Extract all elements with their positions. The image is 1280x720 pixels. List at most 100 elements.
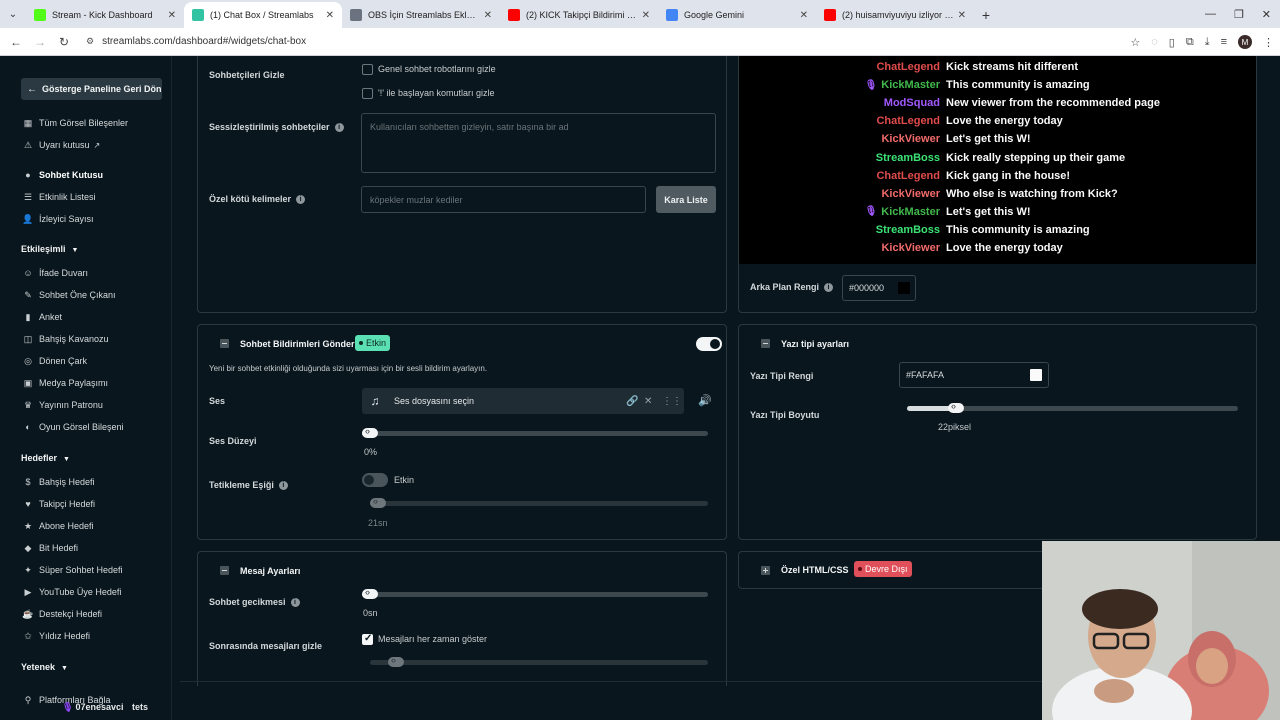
sidebar-item[interactable]: ✦ Süper Sohbet Hedefi [22,562,122,578]
browser-tab[interactable]: OBS İçin Streamlabs Eklentisi | S ✕ [342,2,500,28]
sidebar-item[interactable]: ◆ Bit Hedefi [22,540,79,556]
muted-chatters-label: Sessizleştirilmiş sohbetçiler i [209,122,344,133]
font-size-slider[interactable] [907,401,1238,413]
back-icon[interactable]: ← [4,35,28,49]
expand-icon[interactable] [761,566,770,575]
site-info-icon[interactable]: ⚙ [86,36,94,47]
link-icon[interactable]: 🔗 [626,396,644,407]
collapse-icon[interactable] [220,566,229,575]
kebab-menu-icon[interactable]: ⋮ [1263,36,1274,49]
sidebar-item[interactable]: ▣ Medya Paylaşımı [22,375,108,391]
close-tab-icon[interactable]: ✕ [642,10,650,21]
info-icon[interactable]: i [296,195,306,205]
youtube-icon: ▶ [24,586,32,597]
volume-slider-handle[interactable] [362,426,378,438]
chat-delay-slider[interactable] [362,587,708,599]
tab-title: (2) KICK Takipçi Bildirimi ve Ekra [526,10,638,20]
bad-words-input[interactable] [361,186,646,213]
media-control-icon[interactable]: ≡ [1221,36,1227,48]
sidebar-item[interactable]: ☰ Etkinlik Listesi [22,189,96,205]
puzzle-icon[interactable]: ⧉ [1186,36,1194,49]
sidebar-item[interactable]: ✩ Yıldız Hedefi [22,628,90,644]
info-icon[interactable]: i [290,598,300,608]
threshold-slider[interactable] [370,496,708,508]
hide-after-slider[interactable] [370,655,708,667]
sidebar-item[interactable]: ● Sohbet Kutusu [22,167,103,183]
close-tab-icon[interactable]: ✕ [484,10,492,21]
muted-chatters-input[interactable] [361,113,716,173]
supporter-icon: ☕ [22,608,34,619]
section-interactive[interactable]: Etkileşimli ▼ [21,244,78,254]
browser-tab[interactable]: Stream - Kick Dashboard ✕ [26,2,184,28]
background-color-field[interactable]: #000000 [842,275,916,301]
url-field[interactable]: ⚙ streamlabs.com/dashboard#/widgets/chat… [86,31,1086,53]
download-icon[interactable]: ⤓ [1205,36,1210,49]
browser-tab[interactable]: (1) Chat Box / Streamlabs ✕ [184,2,342,28]
browser-tab[interactable]: (2) KICK Takipçi Bildirimi ve Ekra ✕ [500,2,658,28]
music-note-icon: ♫ [370,394,380,408]
chat-delay-slider-handle[interactable] [362,587,378,599]
minimize-icon[interactable]: — [1205,8,1216,20]
sidebar-item[interactable]: ▮ Anket [22,309,63,325]
browser-tab[interactable]: (2) huisamviyuviyu izliyor - YouT ✕ [816,2,974,28]
collapse-icon[interactable] [220,339,229,348]
collapse-icon[interactable] [761,339,770,348]
sidebar-item[interactable]: ◫ Bahşiş Kavanozu [22,331,109,347]
sidebar-item[interactable]: ◐ Oyun Görsel Bileşeni [22,419,123,435]
bookmark-star-icon[interactable]: ☆ [1130,36,1140,49]
close-tab-icon[interactable]: ✕ [168,10,176,21]
close-tab-icon[interactable]: ✕ [800,10,808,21]
sidebar-item[interactable]: ☕ Destekçi Hedefi [22,606,102,622]
section-goals[interactable]: Hedefler ▼ [21,453,70,463]
font-color-field[interactable]: #FAFAFA [899,362,1049,388]
sidebar-item[interactable]: ♛ Yayının Patronu [22,397,103,413]
close-window-icon[interactable]: ✕ [1262,8,1271,21]
volume-slider[interactable] [362,426,708,438]
profile-avatar[interactable]: M [1238,35,1252,49]
superchat-icon: ✦ [24,564,32,575]
hide-commands-checkbox[interactable] [362,88,373,99]
sidebar-item[interactable]: ▦ Tüm Görsel Bileşenler [22,115,128,131]
browser-tab[interactable]: Google Gemini ✕ [658,2,816,28]
sidebar-item[interactable]: ★ Abone Hedefi [22,518,94,534]
tab-favicon-icon [192,9,204,21]
back-to-dashboard-button[interactable]: ← Gösterge Paneline Geri Dön [21,78,162,100]
hide-after-slider-handle[interactable] [388,655,404,667]
sidebar-item[interactable]: ☺ İfade Duvarı [22,265,88,281]
sidebar-item[interactable]: ◎ Dönen Çark [22,353,87,369]
sidebar-item[interactable]: ⚠ Uyarı kutusu ↗ [22,137,100,153]
new-tab-button[interactable]: + [974,2,998,28]
sidebar-item[interactable]: $ Bahşiş Hedefi [22,474,94,490]
tab-search-icon[interactable]: ⌄ [0,0,26,28]
sidebar-item[interactable]: ✎ Sohbet Öne Çıkanı [22,287,115,303]
info-icon[interactable]: i [334,123,344,133]
chat-notifications-panel: Sohbet Bildirimleri Gönder Etkin Yeni bi… [197,324,727,540]
info-icon[interactable]: i [824,283,834,293]
library-icon[interactable]: ⋮⋮ [662,396,684,407]
hide-bots-checkbox[interactable] [362,64,373,75]
close-tab-icon[interactable]: ✕ [958,10,966,21]
info-icon[interactable]: i [278,481,288,491]
clear-icon[interactable]: ✕ [644,396,662,407]
font-size-slider-handle[interactable] [948,401,964,413]
sidebar-item[interactable]: ▶ YouTube Üye Hedefi [22,584,122,600]
forward-icon[interactable]: → [28,35,52,49]
blacklist-button[interactable]: Kara Liste [656,186,716,213]
restore-icon[interactable]: ❐ [1234,8,1244,21]
sidebar-item[interactable]: 👤 İzleyici Sayısı [22,211,93,227]
speaker-icon[interactable]: 🔊 [698,394,712,407]
font-color-swatch[interactable] [1030,369,1042,381]
always-show-checkbox[interactable] [362,633,373,645]
notifications-toggle[interactable] [696,337,722,351]
threshold-toggle[interactable] [362,473,388,487]
threshold-slider-handle[interactable] [370,496,386,508]
sound-label: Ses [209,396,226,406]
sidebar-item[interactable]: ♥ Takipçi Hedefi [22,496,95,512]
close-tab-icon[interactable]: ✕ [326,10,334,21]
reload-icon[interactable]: ↻ [52,35,76,49]
section-talent[interactable]: Yetenek ▼ [21,662,68,672]
background-swatch[interactable] [898,282,910,294]
phone-icon[interactable]: ▯ [1169,36,1175,49]
sound-file-picker[interactable]: ♫ Ses dosyasını seçin 🔗 ✕ ⋮⋮ [362,388,684,414]
extension-icon[interactable]: ◌ [1151,36,1158,48]
